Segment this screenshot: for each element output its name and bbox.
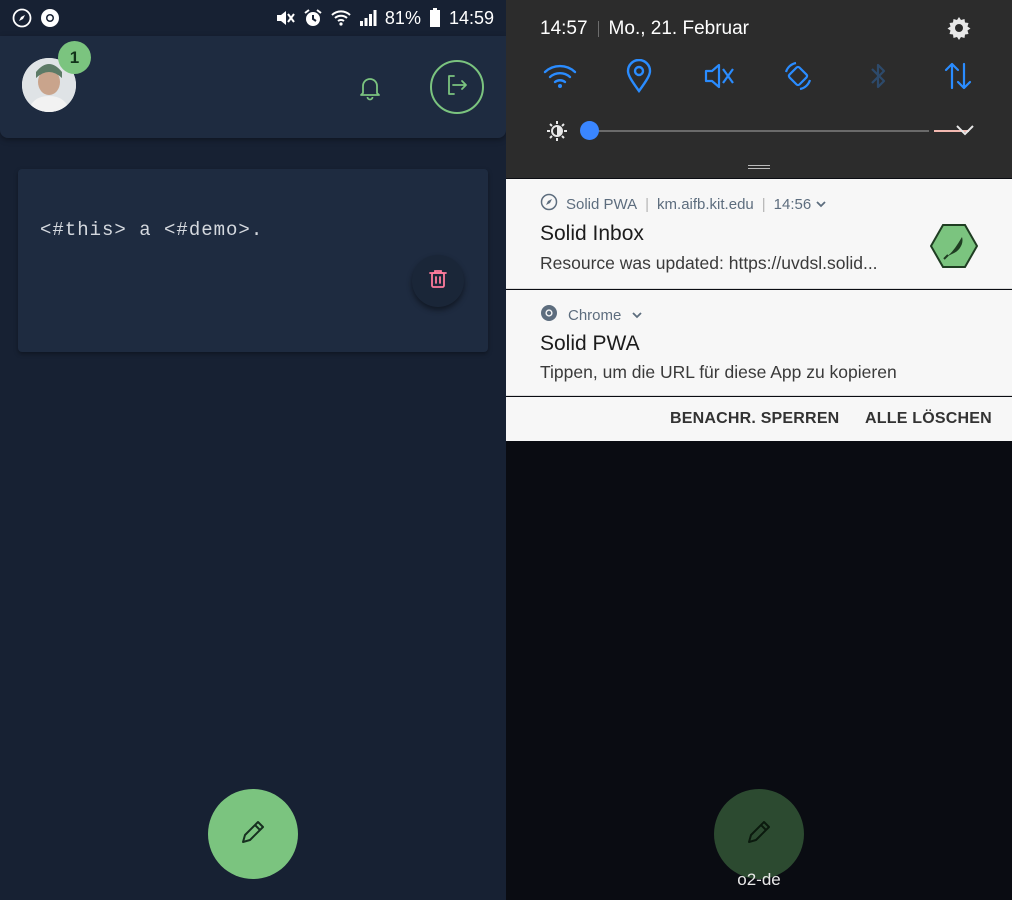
chevron-down-icon[interactable] (631, 307, 643, 324)
data-icon (943, 61, 973, 96)
mute-icon (275, 9, 295, 27)
alarm-icon (303, 8, 323, 28)
sound-off-icon (703, 61, 735, 96)
qs-time: 14:57 (540, 18, 588, 39)
left-phone-screen: 81% 14:59 1 <#this> a <#demo>. (0, 0, 506, 900)
card-text: <#this> a <#demo>. (40, 219, 264, 241)
notification-actions: BENACHR. SPERREN ALLE LÖSCHEN (506, 397, 1012, 441)
bell-icon[interactable] (356, 74, 384, 102)
notification-solid-inbox[interactable]: Solid PWA | km.aifb.kit.edu | 14:56 Soli… (506, 179, 1012, 289)
mobile-data-toggle[interactable] (938, 58, 978, 98)
qs-date: Mo., 21. Februar (608, 18, 749, 39)
notification-chrome[interactable]: Chrome Solid PWA Tippen, um die URL für … (506, 290, 1012, 396)
gear-icon[interactable] (946, 15, 972, 41)
status-bar: 81% 14:59 (0, 0, 506, 36)
pencil-icon (236, 815, 270, 854)
pencil-icon (742, 815, 776, 854)
rotate-toggle[interactable] (778, 58, 818, 98)
notification-separator: | (645, 195, 650, 213)
edit-fab-button[interactable] (208, 789, 298, 879)
brightness-slider[interactable] (546, 118, 986, 144)
resource-card: <#this> a <#demo>. (18, 169, 488, 352)
quick-settings-panel: 14:57 Mo., 21. Februar (506, 0, 1012, 178)
notification-domain: km.aifb.kit.edu (657, 195, 754, 213)
location-icon (625, 58, 653, 98)
carrier-label: o2-de (737, 870, 781, 889)
chevron-down-icon[interactable] (954, 122, 976, 143)
wifi-toggle[interactable] (540, 58, 580, 98)
delete-button[interactable] (412, 255, 464, 307)
clear-all-button[interactable]: ALLE LÖSCHEN (865, 410, 992, 428)
wifi-icon (543, 63, 577, 94)
wifi-icon (331, 9, 351, 27)
notification-separator: | (761, 195, 766, 213)
signal-icon (359, 9, 377, 27)
brightness-thumb[interactable] (580, 121, 599, 140)
notification-app-name: Solid PWA (566, 195, 638, 213)
chevron-down-icon[interactable] (815, 196, 827, 213)
brightness-track (589, 130, 929, 132)
notification-count-badge: 1 (58, 41, 91, 74)
qs-separator (597, 21, 599, 37)
block-notifications-button[interactable]: BENACHR. SPERREN (670, 410, 839, 428)
brightness-icon (546, 120, 568, 147)
quick-toggles (506, 58, 1012, 98)
pwa-compass-icon (540, 193, 558, 215)
logout-button[interactable] (430, 60, 484, 114)
notification-title: Solid Inbox (540, 222, 644, 245)
sound-toggle[interactable] (699, 58, 739, 98)
logout-icon (444, 72, 470, 103)
app-header: 1 (0, 36, 506, 138)
bluetooth-icon (867, 61, 889, 96)
notification-title: Solid PWA (540, 332, 640, 355)
edit-fab-button[interactable] (714, 789, 804, 879)
notification-header: Solid PWA | km.aifb.kit.edu | 14:56 (540, 193, 827, 215)
right-phone-screen: 14:57 Mo., 21. Februar Solid PWA | km.ai… (506, 0, 1012, 900)
pwa-compass-icon (12, 8, 32, 28)
bluetooth-toggle[interactable] (858, 58, 898, 98)
status-time: 14:59 (448, 7, 494, 28)
battery-percentage: 81% (384, 7, 421, 28)
chrome-icon (40, 8, 60, 28)
auto-rotate-icon (782, 60, 814, 97)
battery-icon (429, 8, 441, 28)
notification-body: Resource was updated: https://uvdsl.soli… (540, 253, 878, 273)
drag-handle[interactable] (748, 165, 770, 169)
solid-hex-logo-icon (929, 223, 979, 269)
notification-app-name: Chrome (568, 306, 622, 324)
notification-time: 14:56 (773, 195, 812, 213)
trash-icon (426, 267, 450, 296)
notification-header: Chrome (540, 304, 643, 326)
notification-body: Tippen, um die URL für diese App zu kopi… (540, 362, 897, 382)
chrome-icon (540, 304, 558, 326)
location-toggle[interactable] (619, 58, 659, 98)
